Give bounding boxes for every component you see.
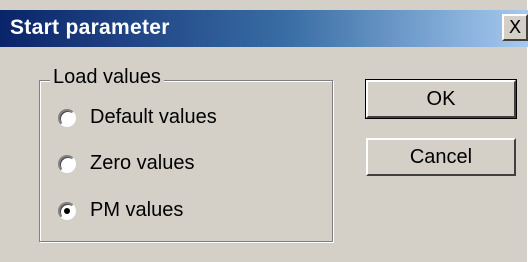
radio-button-icon[interactable]: [58, 108, 76, 127]
radio-label: Zero values: [90, 152, 195, 174]
radio-button-icon[interactable]: [58, 154, 76, 173]
ok-button[interactable]: OK: [365, 79, 517, 119]
radio-label: PM values: [90, 199, 184, 221]
radio-label: Default values: [90, 106, 217, 128]
start-parameter-dialog: Start parameter X Load values Default va…: [0, 0, 528, 262]
load-values-legend: Load values: [50, 66, 164, 89]
radio-button-selected-icon[interactable]: [58, 201, 76, 220]
radio-default-values[interactable]: Default values: [58, 106, 217, 129]
radio-zero-values[interactable]: Zero values: [58, 152, 195, 175]
cancel-button[interactable]: Cancel: [366, 138, 516, 176]
radio-pm-values[interactable]: PM values: [58, 199, 183, 222]
cancel-button-label: Cancel: [409, 145, 473, 168]
radio-dot-icon: [64, 207, 70, 214]
ok-button-label: OK: [426, 87, 456, 110]
close-button[interactable]: X: [502, 14, 528, 41]
close-icon: X: [508, 17, 522, 38]
title-bar[interactable]: Start parameter X: [0, 10, 528, 47]
window-title: Start parameter: [10, 16, 170, 39]
